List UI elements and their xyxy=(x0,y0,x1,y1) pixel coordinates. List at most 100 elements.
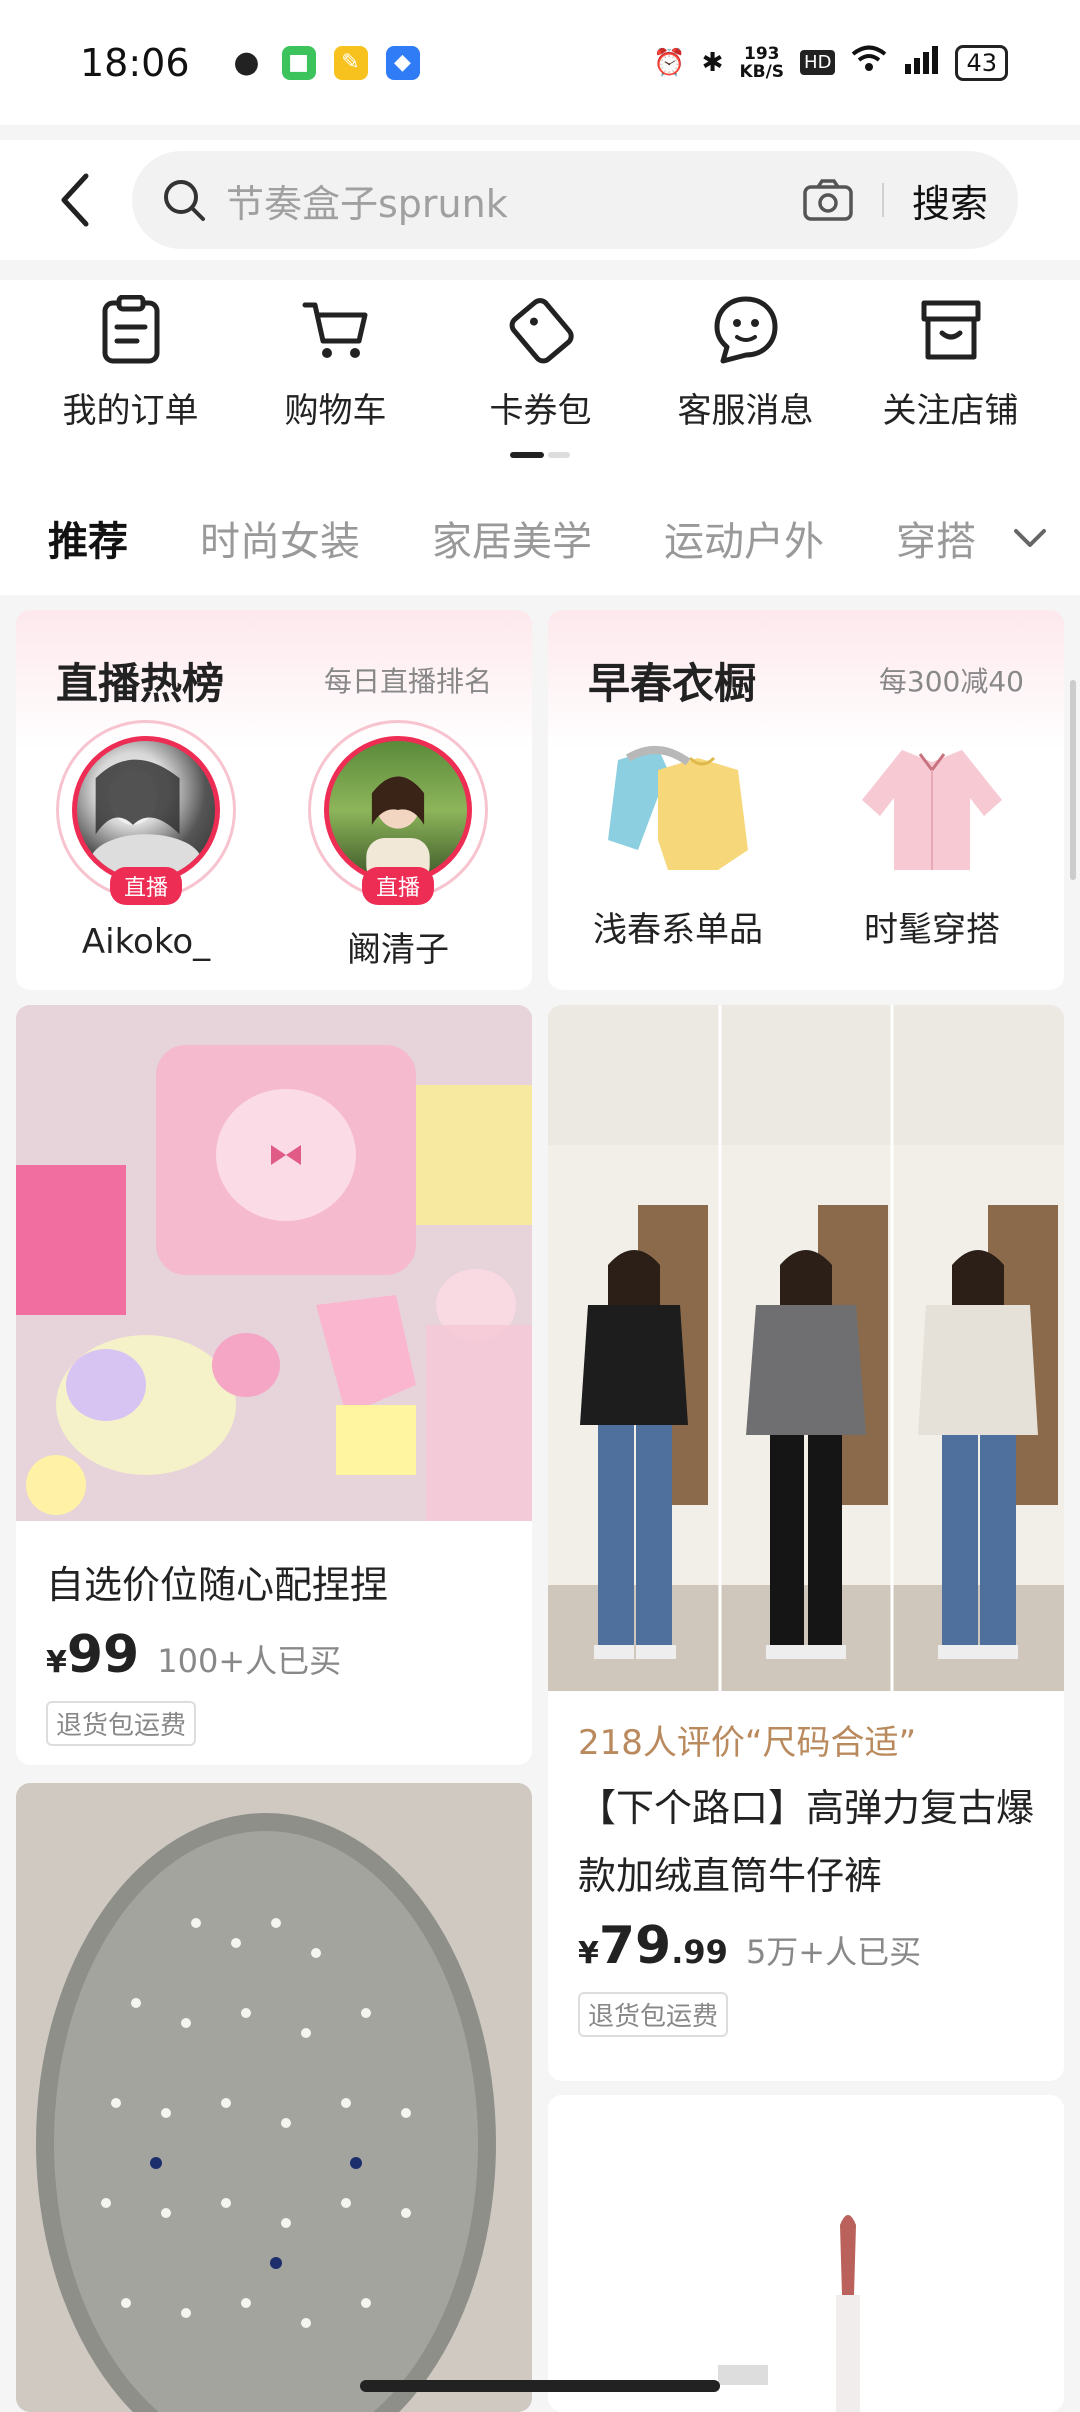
back-arrow-icon xyxy=(61,173,89,227)
spring-wardrobe-subtitle: 每300减40 xyxy=(878,665,1024,698)
price-currency: ¥ xyxy=(578,1936,599,1971)
speed-value: 193 xyxy=(744,43,780,64)
review-highlight: 218人评价“尺码合适” xyxy=(578,1723,917,1763)
streamer-photo xyxy=(90,759,202,879)
product-image xyxy=(16,1783,532,2412)
quick-link-service[interactable]: 客服消息 xyxy=(643,280,848,480)
category-tabs: 推荐 时尚女装 家居美学 运动户外 穿搭 xyxy=(0,480,1080,595)
tab-recommend[interactable]: 推荐 xyxy=(48,509,128,567)
product-title: 自选价位随心配捏捏 xyxy=(46,1563,389,1607)
status-bar: 18:06 ● ■ ✎ ◆ ⏰ ✱ 193 KB/S HD 43 xyxy=(0,0,1080,125)
price-row: ¥ 99 100+人已买 xyxy=(16,1625,532,1685)
quick-link-cart[interactable]: 购物车 xyxy=(233,280,438,480)
avatar-ring: 直播 xyxy=(308,720,488,905)
speed-unit: KB/S xyxy=(739,61,785,82)
tab-outfits[interactable]: 穿搭 xyxy=(896,509,976,567)
live-badge: 直播 xyxy=(109,867,183,905)
streamer-name: Aikoko_ xyxy=(81,922,211,962)
lip-gloss-photo xyxy=(548,2095,1064,2412)
quick-links-page-indicator xyxy=(510,452,570,458)
spring-item[interactable]: 浅春系单品 xyxy=(558,740,798,951)
top-bar: 节奏盒子sprunk 搜索 xyxy=(0,140,1080,260)
clipboard-icon xyxy=(102,295,159,364)
price-value: 99 xyxy=(66,1625,140,1685)
spring-wardrobe-title: 早春衣橱 xyxy=(588,659,757,708)
avatar xyxy=(72,736,220,884)
wechat-icon: ● xyxy=(229,45,264,80)
store-icon xyxy=(921,300,980,360)
product-title: 【下个路口】高弹力复古爆款加绒直筒牛仔裤 xyxy=(578,1786,1035,1898)
camera-icon[interactable] xyxy=(802,178,854,222)
quick-link-orders[interactable]: 我的订单 xyxy=(28,280,233,480)
quick-link-label: 购物车 xyxy=(284,391,387,431)
tab-home-aesthetics[interactable]: 家居美学 xyxy=(432,509,592,567)
back-button[interactable] xyxy=(44,170,104,230)
quick-link-label: 卡券包 xyxy=(489,391,592,431)
battery-indicator: 43 xyxy=(955,44,1008,81)
live-ranking-subtitle: 每日直播排名 xyxy=(323,665,492,698)
tab-sports-outdoor[interactable]: 运动户外 xyxy=(664,509,824,567)
cart-icon xyxy=(302,302,367,358)
search-icon xyxy=(164,180,205,221)
price-row: ¥ 79 .99 5万+人已买 xyxy=(548,1916,1064,1976)
messages-icon: ■ xyxy=(281,45,316,80)
return-shipping-tag: 退货包运费 xyxy=(46,1701,197,1746)
hd-icon: HD xyxy=(800,50,836,75)
quick-link-coupons[interactable]: 卡券包 xyxy=(438,280,643,480)
product-image xyxy=(16,1005,532,1521)
search-box[interactable]: 节奏盒子sprunk 搜索 xyxy=(132,151,1018,249)
notes-icon: ✎ xyxy=(333,45,368,80)
quick-link-label: 客服消息 xyxy=(677,391,814,431)
chevron-down-icon xyxy=(1014,528,1046,547)
sweater-image xyxy=(608,745,748,870)
spring-item[interactable]: 时髦穿搭 xyxy=(812,740,1052,951)
streamer-name: 阚清子 xyxy=(347,930,449,970)
jeans-model-photo xyxy=(548,1005,1064,1691)
alarm-icon: ⏰ xyxy=(653,47,686,78)
scrollbar[interactable] xyxy=(1070,680,1076,880)
quick-links: 我的订单 购物车 卡券包 客服消息 关注店铺 xyxy=(0,280,1080,480)
network-speed: 193 KB/S xyxy=(739,45,784,81)
search-button[interactable]: 搜索 xyxy=(912,173,988,228)
home-indicator[interactable] xyxy=(360,2380,720,2392)
spring-item-label: 浅春系单品 xyxy=(593,910,763,950)
product-image xyxy=(548,2095,1064,2412)
search-divider xyxy=(881,183,884,217)
quick-link-label: 关注店铺 xyxy=(882,391,1019,431)
squishy-toys-photo xyxy=(16,1005,532,1521)
quick-link-followed-stores[interactable]: 关注店铺 xyxy=(848,280,1053,480)
avatar xyxy=(324,736,472,884)
wifi-icon xyxy=(851,45,887,80)
coupon-icon xyxy=(509,298,574,364)
status-time: 18:06 xyxy=(80,40,190,85)
spring-wardrobe-card[interactable]: 早春衣橱 每300减40 浅春系单品 时髦穿搭 xyxy=(548,610,1064,990)
product-card[interactable] xyxy=(16,1783,532,2412)
shield-icon: ◆ xyxy=(385,45,420,80)
return-shipping-tag: 退货包运费 xyxy=(578,1992,729,2037)
status-notification-icons: ● ■ ✎ ◆ xyxy=(229,45,420,80)
price-value: 79 xyxy=(598,1916,672,1976)
streamer-photo xyxy=(366,776,430,879)
streamer-item[interactable]: 直播 阚清子 xyxy=(308,720,488,971)
price-decimal: .99 xyxy=(671,1933,728,1971)
product-card[interactable]: 自选价位随心配捏捏 ¥ 99 100+人已买 退货包运费 xyxy=(16,1005,532,1765)
product-card[interactable] xyxy=(548,2095,1064,2412)
bluetooth-icon: ✱ xyxy=(701,47,724,78)
quick-link-label: 我的订单 xyxy=(62,391,199,431)
price-currency: ¥ xyxy=(46,1645,67,1680)
tabs-expand-button[interactable] xyxy=(980,480,1080,595)
product-card[interactable]: 218人评价“尺码合适” 【下个路口】高弹力复古爆款加绒直筒牛仔裤 ¥ 79 .… xyxy=(548,1005,1064,2081)
chat-icon xyxy=(714,296,777,364)
status-system-icons: ⏰ ✱ 193 KB/S HD 43 xyxy=(653,44,1008,81)
avatar-ring: 直播 xyxy=(56,720,236,905)
earrings-display-photo xyxy=(16,1783,532,2412)
live-badge: 直播 xyxy=(361,867,435,905)
tab-fashion-women[interactable]: 时尚女装 xyxy=(200,509,360,567)
streamer-item[interactable]: 直播 Aikoko_ xyxy=(56,720,236,962)
sold-count: 100+人已买 xyxy=(157,1642,342,1680)
product-image xyxy=(548,1005,1064,1691)
shirt-image xyxy=(862,750,1002,870)
sold-count: 5万+人已买 xyxy=(745,1933,922,1971)
live-ranking-card[interactable]: 直播热榜 每日直播排名 直播 Aikoko_ 直播 阚清子 xyxy=(16,610,532,990)
search-input[interactable]: 节奏盒子sprunk xyxy=(226,173,802,228)
